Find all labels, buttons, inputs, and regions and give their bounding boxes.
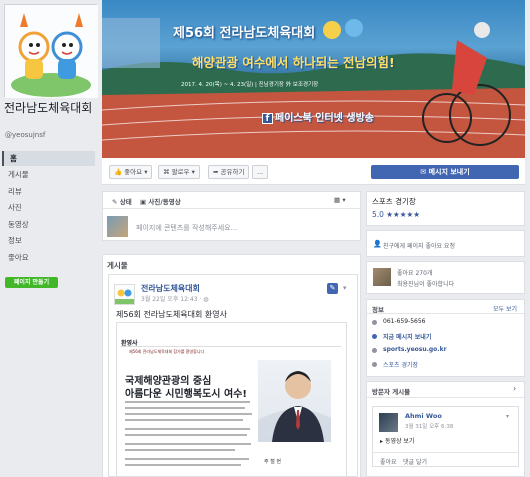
send-message-link[interactable]: 지금 메시지 보내기 [383, 332, 431, 341]
facebook-icon: f [262, 112, 273, 124]
document-text-line [125, 458, 249, 460]
cover-slogan: 해양관광 여수에서 하나되는 전남의힘! [192, 55, 395, 70]
cover-facebook-text: 페이스북 인터넷 생방송 [275, 113, 374, 124]
document-subtitle: 제56회 전라남도체육대회 참가를 환영합니다 [129, 349, 205, 354]
visitor-post-divider [373, 452, 518, 453]
document-text-line [125, 413, 252, 415]
cover-date: 2017. 4. 20(목) ~ 4. 23(일) | 진남경기장 外 보조경기… [181, 82, 319, 88]
globe-icon: ◍ [203, 296, 209, 303]
follow-label: 팔로우 [171, 168, 190, 176]
more-button[interactable]: ... [252, 165, 269, 179]
like-button[interactable]: 👍 좋아요 ▾ [109, 165, 153, 179]
mayor-portrait [258, 360, 331, 442]
visitor-post-text: ▸ 동영상 보기 [380, 436, 414, 445]
visitor-post-text-label: 동영상 보기 [384, 438, 415, 445]
pencil-icon: ✎ [112, 198, 118, 206]
tag-icon [372, 362, 377, 367]
post-text: 제56회 전라남도체육대회 환영사 [116, 310, 227, 319]
like-label: 좋아요 [124, 168, 143, 176]
friend-likes-text[interactable]: 최용진님이 좋아합니다 [397, 279, 454, 288]
pin-icon[interactable]: ✎ [327, 283, 338, 294]
page-category[interactable]: 스포츠 경기장 [372, 196, 416, 207]
tab-photo-video[interactable]: ▣ 사진/동영상 [140, 196, 181, 206]
visitor-divider [367, 397, 524, 398]
post-timestamp[interactable]: 3월 22일 오후 12:43 · ◍ [141, 294, 209, 303]
rss-icon: ⌘ [163, 168, 170, 176]
person-photo [258, 371, 331, 442]
video-icon: ▸ [380, 438, 384, 445]
page-handle[interactable]: @yeosujnsf [5, 131, 45, 139]
visitor-name[interactable]: Ahmi Woo [405, 412, 442, 420]
mascot-mini-icon [115, 285, 134, 304]
document-text-line [125, 419, 243, 421]
document-text-line [125, 464, 241, 466]
post-author-name[interactable]: 전라남도체육대회 [141, 283, 200, 294]
sidebar-item-about[interactable]: 정보 [2, 233, 95, 248]
tab-status-label: 상태 [119, 198, 132, 206]
composer-input[interactable]: 페이지에 콘텐츠를 작성해주세요... [136, 223, 237, 233]
send-message-button[interactable]: ✉ 메시지 보내기 [371, 165, 519, 179]
mascot-logo [5, 5, 98, 98]
about-divider [367, 313, 524, 314]
website-link[interactable]: sports.yeosu.go.kr [383, 346, 447, 353]
globe-small-icon [372, 348, 377, 353]
visitor-avatar[interactable] [379, 413, 398, 432]
create-page-button[interactable]: 페이지 만들기 [5, 277, 58, 288]
chevron-right-icon[interactable]: › [513, 384, 516, 393]
cover-title: 제56회 전라남도체육대회 [173, 26, 316, 41]
invite-friends-link[interactable]: 친구에게 페이지 좋아요 요청 [383, 241, 455, 250]
document-text-line [125, 434, 247, 436]
document-text-line [125, 449, 235, 451]
messenger-small-icon [372, 334, 377, 339]
cover-photo[interactable]: 제56회 전라남도체육대회 해양관광 여수에서 하나되는 전남의힘! 2017.… [102, 0, 525, 158]
composer-avatar [107, 216, 128, 237]
likes-count[interactable]: 좋아요 270개 [397, 268, 432, 277]
post-author-avatar[interactable] [114, 284, 135, 305]
page-avatar-small-icon: ▦ [334, 196, 341, 204]
thumbs-up-icon: 👍 [114, 168, 123, 176]
sidebar-item-videos[interactable]: 동영상 [2, 217, 95, 232]
document-signature: 주 철 현 [264, 459, 281, 465]
friend-avatar[interactable] [373, 268, 391, 286]
sidebar-item-home[interactable]: 홈 [2, 151, 95, 166]
tab-photo-label: 사진/동영상 [148, 198, 181, 206]
sidebar-item-posts[interactable]: 게시물 [2, 167, 95, 182]
phone-number[interactable]: 061-659-5656 [383, 318, 426, 325]
about-see-all-link[interactable]: 모두 보기 [493, 304, 517, 313]
document-divider [121, 346, 341, 347]
messenger-icon: ✉ [420, 168, 427, 176]
post-time-text: 3월 22일 오후 12:43 [141, 296, 198, 303]
document-text-line [125, 407, 245, 409]
document-heading-2: 아름다운 시민행복도시 여수! [125, 389, 247, 400]
share-label: 공유하기 [220, 168, 245, 176]
send-message-label: 메시지 보내기 [428, 168, 470, 176]
sidebar-item-likes[interactable]: 좋아요 [2, 250, 95, 265]
phone-icon [372, 320, 377, 325]
visitor-comment-button[interactable]: 댓글 달기 [403, 457, 427, 466]
posting-as-selector[interactable]: ▦ ▾ [334, 196, 346, 204]
share-icon: ➦ [213, 168, 219, 176]
camera-icon: ▣ [140, 198, 147, 206]
document-text-line [125, 401, 250, 403]
posts-section-title: 게시물 [107, 261, 128, 270]
visitor-posts-header[interactable]: 방문자 게시물 [372, 386, 410, 396]
visitor-post-time[interactable]: 3월 31일 오후 6:38 [405, 422, 453, 430]
invite-friends-icon: 👤 [373, 240, 382, 248]
sidebar-item-photos[interactable]: 사진 [2, 200, 95, 215]
category-link[interactable]: 스포츠 경기장 [383, 360, 418, 369]
sidebar-item-reviews[interactable]: 리뷰 [2, 184, 95, 199]
cover-facebook-live: f 페이스북 인터넷 생방송 [262, 109, 374, 124]
page-title[interactable]: 전라남도체육대회 [4, 101, 99, 116]
profile-picture[interactable] [4, 4, 98, 98]
share-button[interactable]: ➦ 공유하기 [208, 165, 250, 179]
document-text-line [125, 428, 250, 430]
page-rating[interactable]: 5.0 ★★★★★ [372, 210, 420, 219]
visitor-like-button[interactable]: 좋아요 [380, 457, 397, 466]
visitor-post-options-chevron-icon[interactable]: ▾ [506, 413, 509, 420]
post-options-chevron-icon[interactable]: ▾ [343, 284, 347, 292]
tab-status[interactable]: ✎ 상태 [112, 196, 132, 206]
follow-button[interactable]: ⌘ 팔로우 ▾ [158, 165, 200, 179]
composer-divider [103, 208, 360, 209]
document-text-line [125, 443, 251, 445]
